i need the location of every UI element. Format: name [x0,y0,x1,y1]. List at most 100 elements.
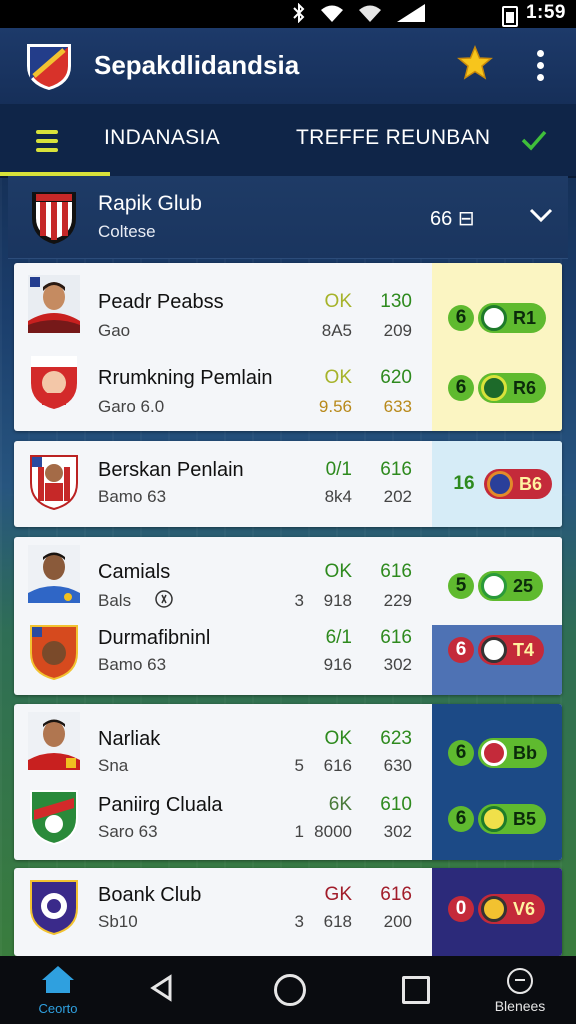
player-avatar [28,712,80,770]
club-crest-icon [30,455,78,511]
rating-badge: 0 V6 [448,892,546,926]
player-card: Narliak Sna 5 OK 623 616 630 6 Bb Paniir… [14,704,562,860]
player-name: Boank Club [98,884,202,906]
player-row[interactable]: Boank Club Sb10 3 GK 616 618 200 0 V6 [14,878,562,952]
player-avatar [28,275,80,333]
player-stat-value: 616 [380,561,412,582]
app-logo-icon [27,44,71,90]
club-crest-icon [31,356,77,409]
player-stat-tertiary: 202 [383,487,412,506]
app-title: Sepakdlidandsia [94,50,300,80]
player-name: Durmafibninl [98,627,211,649]
club-subtitle: Coltese [98,222,156,241]
rating-number: 6 [448,637,474,663]
favorite-star-icon[interactable] [456,44,494,82]
player-name: Paniirg Cluala [98,794,223,816]
rating-badge: 6 T4 [448,633,545,667]
player-stat-status: GK [324,884,352,905]
rating-pill: 25 [478,571,544,601]
nav-more-label: Blenees [494,998,546,1014]
player-stat-secondary: 616 [323,756,352,775]
club-header[interactable]: Rapik Glub Coltese 66 ⊟ [8,176,568,259]
rating-badge: 6 R6 [448,371,547,405]
wifi-icon-2 [359,5,381,22]
player-stat-secondary: 8000 [314,822,352,841]
player-row[interactable]: Camials Bals 3 OK 616 918 229 5 25 [14,545,562,623]
rating-label: R6 [513,377,537,398]
rating-pill: R6 [478,373,547,403]
club-crest-icon [30,625,78,681]
player-stat-tertiary: 302 [383,822,412,841]
player-avatar [28,545,80,603]
signal-icon [397,4,425,22]
info-circle-icon[interactable] [154,589,174,609]
nav-home-label: Ceorto [38,1001,78,1016]
status-icons [292,3,426,23]
player-name: Camials [98,561,171,583]
tab-menu-button[interactable] [0,104,110,176]
tab-treffe-reunban[interactable]: TREFFE REUNBAN [296,126,490,150]
rating-number: 6 [448,375,474,401]
rating-pill: B5 [478,804,547,834]
battery-icon [502,6,518,27]
status-bar: 1:59 [0,0,576,28]
club-name: Rapik Glub [98,192,202,215]
tab-indanasia[interactable]: INDANASIA [104,126,220,150]
rating-label: B6 [519,473,543,494]
player-stat-status: OK [324,367,352,388]
home-circle-icon[interactable] [274,974,306,1006]
overflow-menu-icon[interactable] [528,50,552,84]
player-info: Sna [98,756,129,775]
player-name: Rrumkning Pemlain [98,367,273,389]
wifi-icon [321,5,343,22]
tab-bar: INDANASIA TREFFE REUNBAN [0,104,576,178]
rating-number: 6 [448,305,474,331]
rating-number: 6 [448,806,474,832]
bottom-navigation: Ceorto Blenees [0,956,576,1024]
check-icon[interactable] [520,128,548,152]
player-stat-secondary: 8A5 [321,321,352,340]
rating-number: 6 [448,740,474,766]
app-bar: Sepakdlidandsia [0,28,576,104]
player-row[interactable]: Paniirg Cluala Saro 63 1 6K 610 8000 302… [14,788,562,860]
player-info: Gao [98,321,131,340]
player-row[interactable]: Berskan Penlain Bamo 63 0/1 616 8k4 202 … [14,453,562,523]
player-row[interactable]: Peadr Peabss Gao OK 130 8A5 209 6 R1 [14,275,562,349]
nav-home-button[interactable]: Ceorto [36,964,80,1020]
player-stat-value: 623 [380,728,412,749]
rating-pill: V6 [478,894,546,924]
player-stat-tertiary: 209 [383,321,412,340]
club-mini-icon [481,305,507,331]
bluetooth-icon [293,3,305,23]
player-stat-tertiary: 302 [383,655,412,674]
rating-label: Bb [513,742,537,763]
chevron-down-icon[interactable] [528,206,554,224]
hamburger-icon [36,130,58,157]
rating-badge: 6 B5 [448,802,547,836]
player-stat-secondary: 8k4 [324,487,352,506]
back-triangle-icon[interactable] [148,974,176,1002]
player-stat-secondary: 9.56 [318,397,352,416]
rating-number: 5 [448,573,474,599]
player-stat-extra: 3 [294,912,304,931]
club-mini-icon [487,471,513,497]
player-info: Saro 63 [98,822,158,841]
more-circle-icon [507,968,533,994]
player-info: Garo 6.0 [98,397,165,416]
rating-label: R1 [513,307,537,328]
rating-label: V6 [513,898,536,919]
club-mini-icon [481,573,507,599]
club-crest-icon [32,192,76,244]
nav-more-button[interactable]: Blenees [490,968,550,1014]
player-row[interactable]: Rrumkning Pemlain Garo 6.0 OK 620 9.56 6… [14,353,562,427]
player-row[interactable]: Narliak Sna 5 OK 623 616 630 6 Bb [14,712,562,786]
player-stat-status: OK [324,291,352,312]
player-card: Berskan Penlain Bamo 63 0/1 616 8k4 202 … [14,441,562,527]
rating-badge: 16 B6 [448,467,553,501]
recents-square-icon[interactable] [402,976,430,1004]
player-row[interactable]: Durmafibninl Bamo 63 6/1 616 916 302 6 T… [14,623,562,695]
club-mini-icon [481,806,507,832]
player-card: Camials Bals 3 OK 616 918 229 5 25 Durma… [14,537,562,695]
club-mini-icon [481,375,507,401]
rating-number: 0 [448,896,474,922]
